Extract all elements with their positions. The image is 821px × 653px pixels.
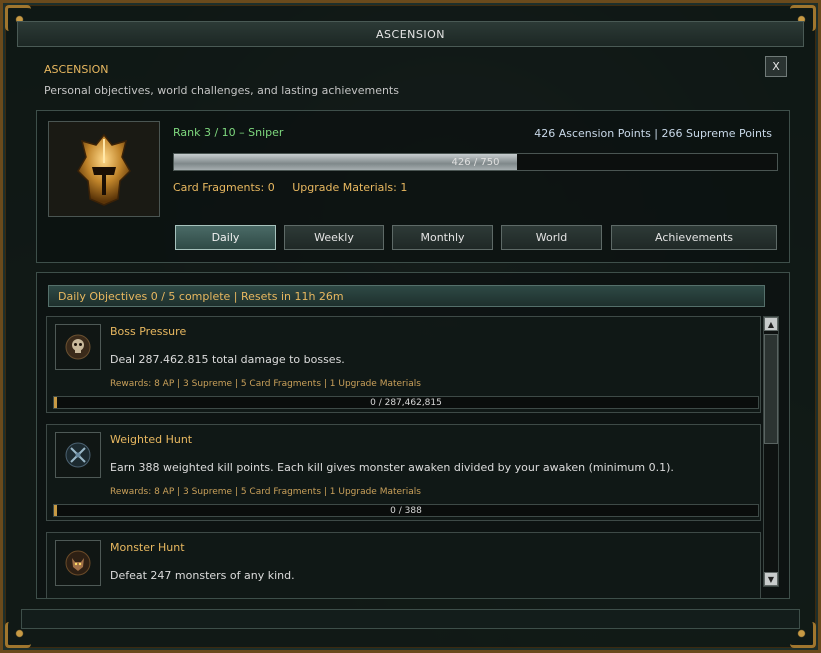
tab-monthly[interactable]: Monthly xyxy=(392,225,493,250)
objective-name: Weighted Hunt xyxy=(110,433,193,446)
objectives-list[interactable]: Boss Pressure Deal 287.462.815 total dam… xyxy=(46,316,761,598)
points-summary: 426 Ascension Points | 266 Supreme Point… xyxy=(534,127,772,140)
page-subtitle: Personal objectives, world challenges, a… xyxy=(44,84,399,97)
portrait-frame xyxy=(48,121,160,217)
tab-world[interactable]: World xyxy=(501,225,602,250)
objective-rewards: Rewards: 8 AP | 3 Supreme | 5 Card Fragm… xyxy=(110,379,421,389)
currency-row: Card Fragments: 0 Upgrade Materials: 1 xyxy=(173,181,407,194)
tab-achievements[interactable]: Achievements xyxy=(611,225,777,250)
objectives-header: Daily Objectives 0 / 5 complete | Resets… xyxy=(48,285,765,307)
tab-daily[interactable]: Daily xyxy=(175,225,276,250)
window-titlebar[interactable]: ASCENSION xyxy=(17,21,804,47)
monster-icon xyxy=(65,550,91,576)
objective-description: Deal 287.462.815 total damage to bosses. xyxy=(110,353,345,366)
close-button[interactable]: X xyxy=(765,56,787,77)
ascension-window: ASCENSION ASCENSION Personal objectives,… xyxy=(0,0,821,653)
skull-icon xyxy=(65,334,91,360)
rank-text: Rank 3 / 10 – Sniper xyxy=(173,126,284,139)
rank-progress-label: 426 / 750 xyxy=(451,156,500,168)
scroll-down-button[interactable]: ▼ xyxy=(764,572,778,586)
page-title: ASCENSION xyxy=(44,63,109,76)
scroll-up-button[interactable]: ▲ xyxy=(764,317,778,331)
objective-rewards: Rewards: 8 AP | 3 Supreme | 5 Card Fragm… xyxy=(110,487,421,497)
footer-strip xyxy=(21,609,800,629)
objective-name: Boss Pressure xyxy=(110,325,187,338)
objectives-scrollbar[interactable]: ▲ ▼ xyxy=(763,316,779,587)
objective-icon-frame xyxy=(55,540,101,586)
objective-progress-bar: 0 / 388 xyxy=(53,504,759,517)
crossed-swords-icon xyxy=(65,442,91,468)
objective-progress-label: 0 / 287,462,815 xyxy=(370,397,442,408)
objective-icon-frame xyxy=(55,432,101,478)
objective-progress-label: 0 / 388 xyxy=(390,505,422,516)
objective-card[interactable]: Boss Pressure Deal 287.462.815 total dam… xyxy=(46,316,761,413)
tab-weekly[interactable]: Weekly xyxy=(284,225,384,250)
upgrade-materials-count: Upgrade Materials: 1 xyxy=(292,181,408,194)
scroll-thumb[interactable] xyxy=(764,334,778,444)
objective-card[interactable]: Weighted Hunt Earn 388 weighted kill poi… xyxy=(46,424,761,521)
objective-card[interactable]: Monster Hunt Defeat 247 monsters of any … xyxy=(46,532,761,598)
golden-helmet-icon xyxy=(77,133,131,206)
objective-icon-frame xyxy=(55,324,101,370)
objective-description: Earn 388 weighted kill points. Each kill… xyxy=(110,461,674,474)
objective-progress-bar: 0 / 287,462,815 xyxy=(53,396,759,409)
window-title: ASCENSION xyxy=(376,27,445,41)
objective-description: Defeat 247 monsters of any kind. xyxy=(110,569,295,582)
card-fragments-count: Card Fragments: 0 xyxy=(173,181,275,194)
objective-name: Monster Hunt xyxy=(110,541,185,554)
rank-progress-bar: 426 / 750 xyxy=(173,153,778,171)
